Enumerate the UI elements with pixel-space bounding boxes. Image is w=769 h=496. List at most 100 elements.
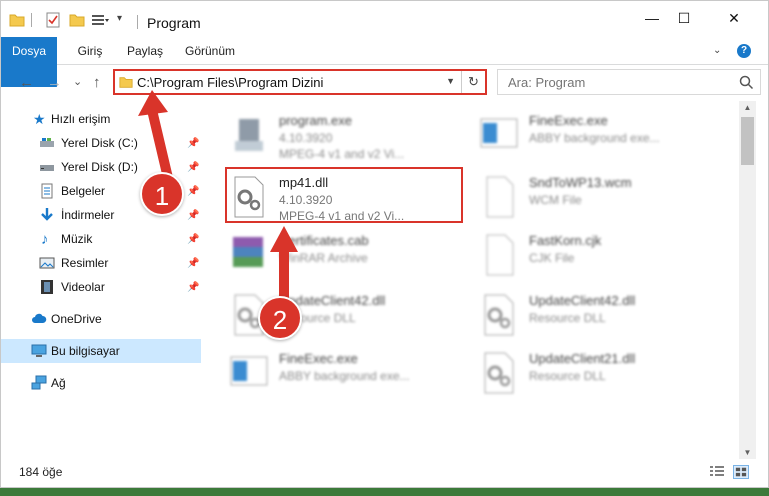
pin-icon[interactable]: 📌 — [187, 258, 199, 269]
qa-divider — [31, 13, 32, 27]
sidebar-item-local-disk-c[interactable]: Yerel Disk (C:) 📌 — [1, 131, 201, 155]
sidebar-item-label: Ağ — [51, 376, 66, 390]
refresh-button[interactable]: ↻ — [461, 71, 485, 93]
sidebar-item-label: Yerel Disk (D:) — [61, 160, 138, 174]
details-view-icon[interactable] — [709, 465, 725, 479]
sidebar-item-pictures[interactable]: Resimler 📌 — [1, 251, 201, 275]
dll-gear-icon — [484, 294, 514, 336]
scroll-down-arrow-icon[interactable]: ▼ — [739, 448, 756, 457]
exe-icon — [235, 119, 263, 151]
tab-home[interactable]: Giriş — [67, 37, 113, 65]
back-button[interactable]: ← — [19, 74, 34, 91]
title-bar: ▾ Program — ☐ ✕ — [1, 1, 768, 37]
recent-locations-button[interactable]: ⌄ — [73, 75, 82, 88]
file-item[interactable]: UpdateClient42.dll Resource DLL — [479, 289, 719, 339]
file-name: FineExec.exe — [279, 351, 358, 366]
file-item[interactable]: SndToWP13.wcm WCM File — [479, 171, 719, 221]
file-type: Resource DLL — [529, 369, 606, 383]
pin-icon[interactable]: 📌 — [187, 186, 199, 197]
file-name: SndToWP13.wcm — [529, 175, 632, 190]
file-item[interactable]: FineExec.exe ABBY background exe... — [479, 109, 719, 159]
file-name: UpdateClient21.dll — [529, 351, 636, 366]
file-item[interactable]: UpdateClient21.dll Resource DLL — [479, 347, 719, 397]
toolbar-dropdown-icon[interactable]: ▾ — [117, 13, 122, 24]
sidebar-item-quick-access[interactable]: ★ Hızlı erişim — [1, 107, 201, 131]
file-name: program.exe — [279, 113, 352, 128]
tab-view[interactable]: Görünüm — [179, 37, 241, 65]
up-button[interactable]: ↑ — [93, 74, 101, 91]
sidebar-item-onedrive[interactable]: OneDrive — [1, 307, 201, 331]
folder-icon[interactable] — [9, 11, 25, 29]
file-type: WCM File — [529, 193, 582, 207]
pin-icon[interactable]: 📌 — [187, 282, 199, 293]
sidebar-item-label: Yerel Disk (C:) — [61, 136, 138, 150]
file-description: MPEG-4 v1 and v2 Vi... — [279, 147, 405, 161]
blank-file-icon — [486, 234, 514, 276]
network-icon — [31, 375, 47, 390]
sidebar-item-label: İndirmeler — [61, 208, 115, 222]
sidebar-item-network[interactable]: Ağ — [1, 371, 201, 395]
file-type: ABBY background exe... — [279, 369, 410, 383]
status-bar: 184 öğe — [1, 459, 768, 485]
sidebar-item-label: Bu bilgisayar — [51, 344, 120, 358]
new-folder-icon[interactable] — [69, 11, 85, 29]
scrollbar-thumb[interactable] — [741, 117, 754, 165]
cloud-icon — [32, 313, 47, 323]
film-strip-icon — [41, 280, 53, 294]
sidebar-item-label: Resimler — [61, 256, 109, 270]
blank-file-icon — [486, 176, 514, 218]
forward-button[interactable]: → — [47, 74, 62, 91]
close-button[interactable]: ✕ — [711, 1, 757, 35]
sidebar-item-label: Videolar — [61, 280, 105, 294]
sidebar-item-videos[interactable]: Videolar 📌 — [1, 275, 201, 299]
address-path[interactable]: C:\Program Files\Program Dizini — [137, 75, 323, 90]
tab-share[interactable]: Paylaş — [119, 37, 171, 65]
pin-icon[interactable]: 📌 — [187, 138, 199, 149]
file-type: ABBY background exe... — [529, 131, 660, 145]
search-box[interactable] — [497, 69, 761, 95]
ribbon-expand-icon[interactable]: ⌄ — [713, 45, 721, 56]
help-icon[interactable]: ? — [737, 44, 751, 58]
step-badge-2: 2 — [258, 296, 302, 340]
vertical-scrollbar[interactable]: ▲ ▼ — [739, 101, 756, 459]
sidebar-item-label: Müzik — [61, 232, 93, 246]
address-dropdown-icon[interactable]: ▼ — [446, 76, 455, 86]
customize-toolbar-icon[interactable] — [91, 11, 109, 29]
folder-icon — [119, 77, 133, 88]
drive-icon — [40, 165, 54, 171]
file-item[interactable]: FastKorn.cjk CJK File — [479, 229, 719, 279]
pin-icon[interactable]: 📌 — [187, 210, 199, 221]
file-list: program.exe 4.10.3920 MPEG-4 v1 and v2 V… — [205, 105, 737, 457]
step-badge-1: 1 — [140, 172, 184, 216]
file-item[interactable]: Certificates.cab WinRAR Archive — [229, 229, 469, 279]
pin-icon[interactable]: 📌 — [187, 162, 199, 173]
large-icons-view-icon[interactable] — [733, 465, 749, 479]
pin-icon[interactable]: 📌 — [187, 234, 199, 245]
file-name: UpdateClient42.dll — [529, 293, 636, 308]
sidebar-item-this-pc[interactable]: Bu bilgisayar — [1, 339, 201, 363]
properties-check-icon[interactable] — [45, 11, 61, 29]
file-item[interactable]: FineExec.exe ABBY background exe... — [229, 347, 469, 397]
file-version: 4.10.3920 — [279, 131, 333, 145]
file-name: FastKorn.cjk — [529, 233, 602, 248]
sidebar-item-label: OneDrive — [51, 312, 102, 326]
navigation-pane: ★ Hızlı erişim Yerel Disk (C:) 📌 Yerel D… — [1, 105, 201, 459]
explorer-window: ▾ Program — ☐ ✕ Dosya Giriş Paylaş Görün… — [0, 0, 769, 488]
file-type: CJK File — [529, 251, 575, 265]
sidebar-item-label: Belgeler — [61, 184, 106, 198]
sidebar-item-music[interactable]: ♪ Müzik 📌 — [1, 227, 201, 251]
app-window-icon — [230, 356, 268, 386]
scroll-up-arrow-icon[interactable]: ▲ — [739, 103, 756, 112]
address-bar[interactable]: C:\Program Files\Program Dizini ▼ ↻ — [113, 69, 487, 95]
maximize-button[interactable]: ☐ — [661, 1, 707, 35]
file-name: Certificates.cab — [279, 233, 369, 248]
file-item[interactable]: program.exe 4.10.3920 MPEG-4 v1 and v2 V… — [229, 109, 469, 161]
navigation-bar: ← → ⌄ ↑ C:\Program Files\Program Dizini … — [1, 65, 768, 101]
document-icon — [41, 183, 53, 199]
search-input[interactable] — [498, 70, 728, 94]
sidebar-item-label: Hızlı erişim — [51, 112, 111, 126]
search-icon[interactable] — [738, 74, 754, 90]
winrar-icon — [233, 237, 263, 267]
item-count: 184 öğe — [19, 465, 63, 479]
download-arrow-icon — [41, 208, 53, 221]
